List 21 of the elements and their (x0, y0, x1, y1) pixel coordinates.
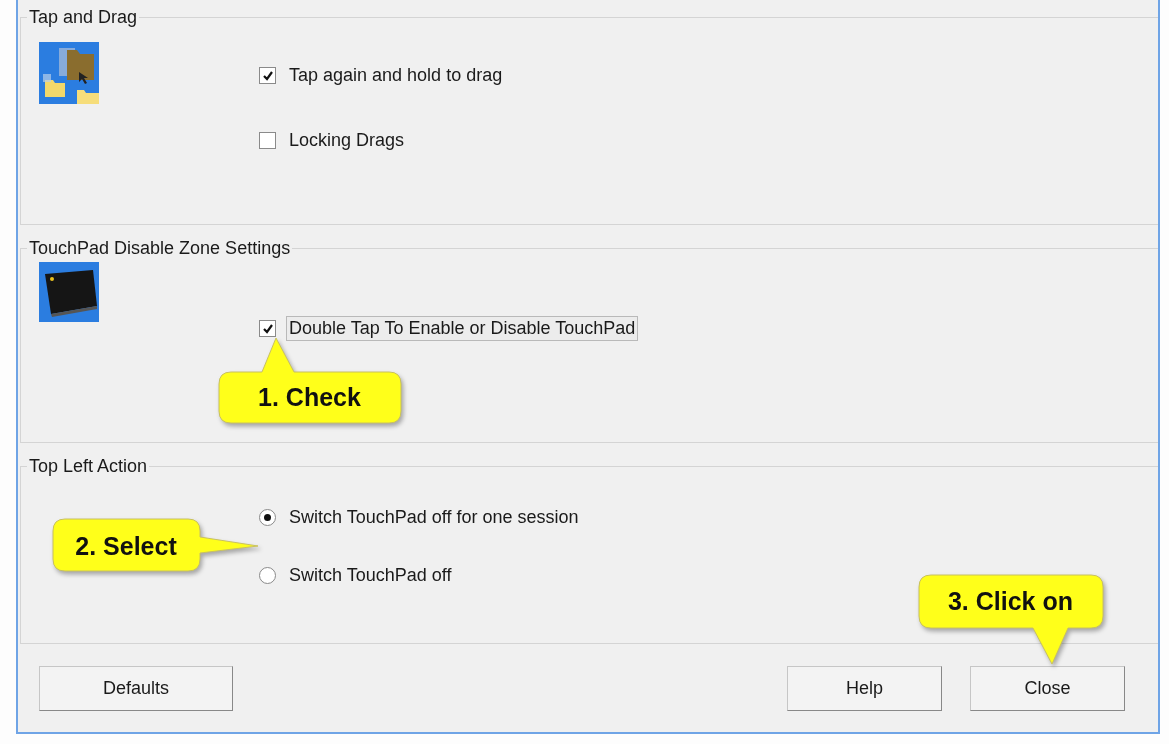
radio-label[interactable]: Switch TouchPad off (286, 563, 455, 588)
radio-button[interactable] (259, 567, 276, 584)
dialog-button[interactable]: Defaults (39, 666, 233, 711)
group-title: TouchPad Disable Zone Settings (28, 238, 292, 259)
folders-icon (39, 42, 99, 104)
radio-label[interactable]: Switch TouchPad off for one session (286, 505, 582, 530)
touchpad-icon (39, 262, 99, 322)
callout-text: 1. Check (258, 383, 361, 412)
checkbox-label[interactable]: Tap again and hold to drag (286, 63, 506, 88)
dialog-button[interactable]: Help (787, 666, 942, 711)
checkbox[interactable] (259, 67, 276, 84)
callout-text: 3. Click on (947, 587, 1073, 616)
group-title: Top Left Action (28, 456, 149, 477)
group-title: Tap and Drag (28, 7, 139, 28)
checkbox-label[interactable]: Double Tap To Enable or Disable TouchPad (286, 316, 639, 341)
checkbox[interactable] (259, 132, 276, 149)
dialog-button[interactable]: Close (970, 666, 1125, 711)
callout-text: 2. Select (75, 531, 177, 561)
radio-button[interactable] (259, 509, 276, 526)
checkbox[interactable] (259, 320, 276, 337)
checkbox-label[interactable]: Locking Drags (286, 128, 408, 153)
